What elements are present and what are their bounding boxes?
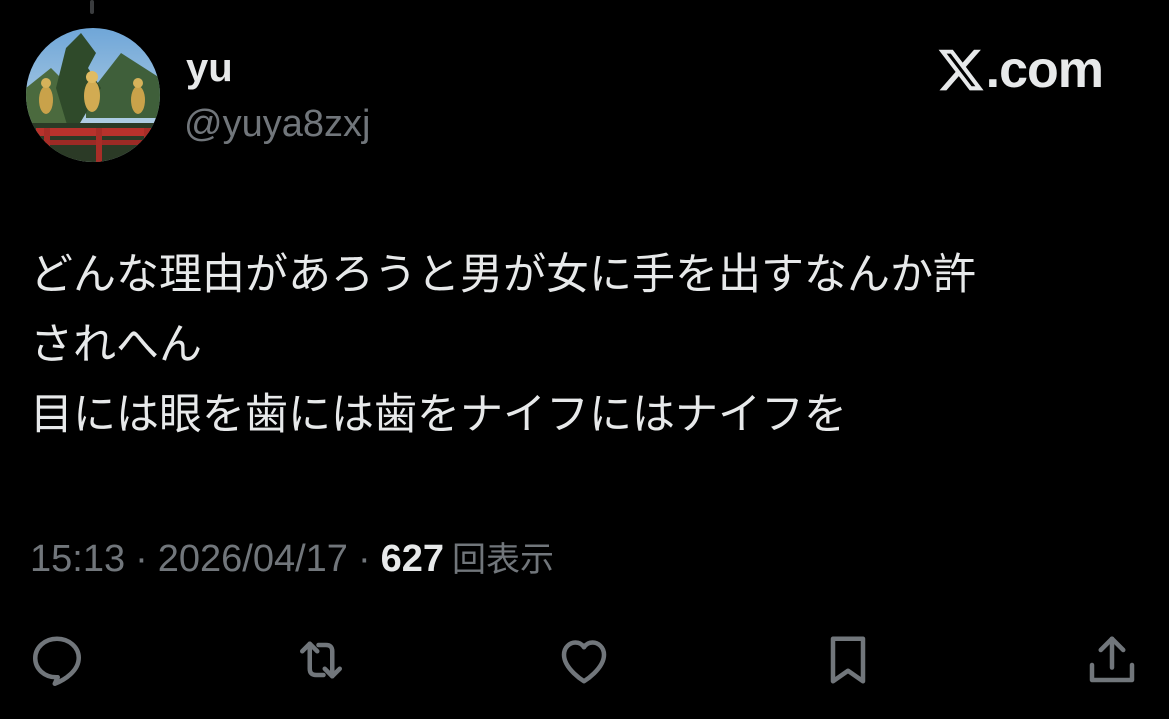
avatar-image (26, 28, 160, 162)
reply-icon (33, 636, 81, 686)
like-button[interactable] (552, 628, 616, 692)
heart-icon (561, 640, 607, 684)
user-handle[interactable]: @yuya8zxj (184, 100, 370, 148)
brand-watermark: .com (936, 38, 1104, 102)
x-logo-icon (938, 49, 984, 91)
tweet-time[interactable]: 15:13 (30, 534, 125, 584)
thread-connector-line (90, 0, 94, 14)
meta-separator: · (135, 538, 148, 580)
retweet-button[interactable] (289, 628, 353, 692)
share-icon (1089, 636, 1135, 683)
share-button[interactable] (1080, 628, 1144, 692)
retweet-icon (300, 641, 342, 679)
views-count[interactable]: 627 (381, 534, 444, 584)
brand-domain-label: .com (985, 41, 1104, 99)
views-label: 回表示 (452, 540, 554, 580)
meta-separator: · (357, 538, 371, 580)
display-name[interactable]: yu (186, 44, 233, 92)
tweet-text-line: 目には眼を歯には歯をナイフにはナイフを (30, 390, 847, 440)
tweet-text-line: されへん (30, 320, 202, 370)
action-bar (0, 628, 1169, 692)
reply-button[interactable] (25, 628, 89, 692)
tweet-text-line: どんな理由があろうと男が女に手を出すなんか許 (30, 250, 976, 300)
bookmark-icon (830, 636, 866, 684)
bookmark-button[interactable] (816, 628, 880, 692)
tweet-text: どんな理由があろうと男が女に手を出すなんか許 されへん 目には眼を歯には歯をナイ… (30, 240, 1140, 450)
tweet-meta: 15:13 · 2026/04/17 · 627 回表示 (30, 534, 554, 585)
tweet-date[interactable]: 2026/04/17 (158, 534, 348, 584)
avatar[interactable] (26, 28, 160, 162)
